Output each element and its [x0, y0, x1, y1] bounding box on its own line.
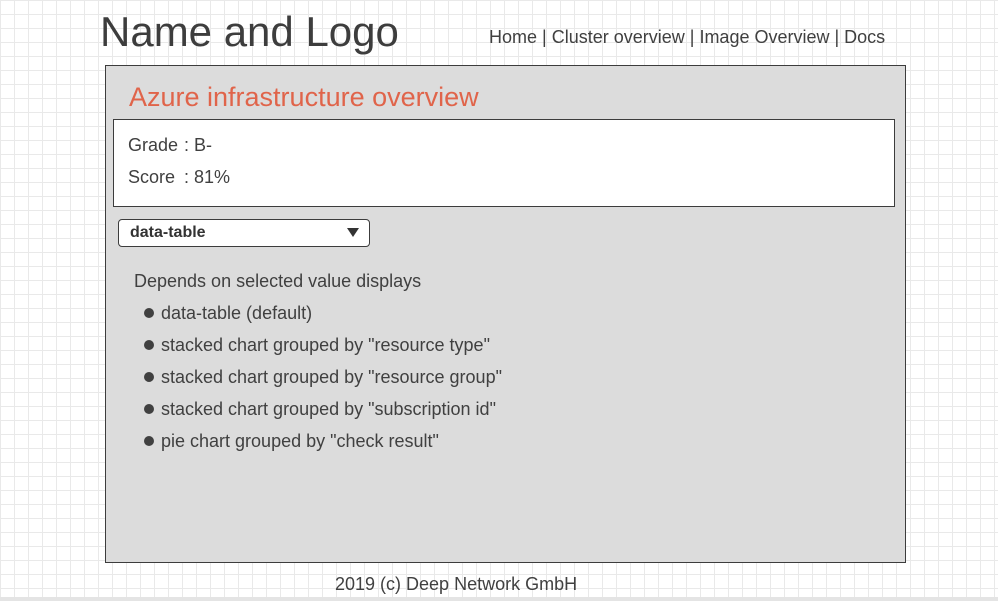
- nav-separator: |: [689, 27, 695, 47]
- nav-link-image-overview[interactable]: Image Overview: [699, 27, 829, 47]
- list-item-label: stacked chart grouped by "subscription i…: [161, 399, 496, 419]
- view-select[interactable]: data-table: [118, 219, 370, 247]
- view-options-list: data-table (default) stacked chart group…: [144, 302, 502, 462]
- list-item-label: stacked chart grouped by "resource type": [161, 335, 490, 355]
- bottom-divider: [0, 597, 998, 601]
- nav-link-cluster-overview[interactable]: Cluster overview: [552, 27, 685, 47]
- list-item: pie chart grouped by "check result": [144, 430, 502, 462]
- bullet-icon: [144, 340, 154, 350]
- logo-title: Name and Logo: [100, 8, 399, 55]
- score-row: Score: 81%: [128, 166, 230, 188]
- list-item: stacked chart grouped by "resource group…: [144, 366, 502, 398]
- bullet-icon: [144, 436, 154, 446]
- nav-separator: |: [542, 27, 547, 47]
- chevron-down-icon: [347, 228, 359, 237]
- score-value: 81%: [194, 167, 231, 187]
- view-description: Depends on selected value displays: [134, 271, 422, 291]
- nav-link-home[interactable]: Home: [489, 27, 537, 47]
- grade-score-box: Grade: B- Score: 81%: [113, 119, 895, 207]
- score-label: Score: [128, 167, 176, 187]
- list-item-label: data-table (default): [161, 303, 313, 323]
- score-separator: :: [184, 167, 195, 187]
- footer-copyright: 2019 (c) Deep Network GmbH: [335, 574, 578, 594]
- page-title: Azure infrastructure overview: [129, 82, 479, 112]
- list-item-label: pie chart grouped by "check result": [161, 431, 439, 451]
- list-item: data-table (default): [144, 302, 502, 334]
- nav-link-docs[interactable]: Docs: [844, 27, 885, 47]
- list-item-label: stacked chart grouped by "resource group…: [161, 367, 502, 387]
- grade-separator: :: [184, 135, 195, 155]
- grade-value: B-: [194, 135, 213, 155]
- list-item: stacked chart grouped by "resource type": [144, 334, 502, 366]
- top-nav: Home | Cluster overview | Image Overview | Doc…: [489, 26, 885, 48]
- infrastructure-panel: Azure infrastructure overview Grade: B- …: [105, 65, 906, 563]
- nav-separator: |: [834, 27, 840, 47]
- grade-row: Grade: B-: [128, 134, 212, 156]
- list-item: stacked chart grouped by "subscription i…: [144, 398, 502, 430]
- grade-label: Grade: [128, 135, 179, 155]
- bullet-icon: [144, 308, 154, 318]
- view-select-value: data-table: [130, 224, 206, 241]
- bullet-icon: [144, 372, 154, 382]
- bullet-icon: [144, 404, 154, 414]
